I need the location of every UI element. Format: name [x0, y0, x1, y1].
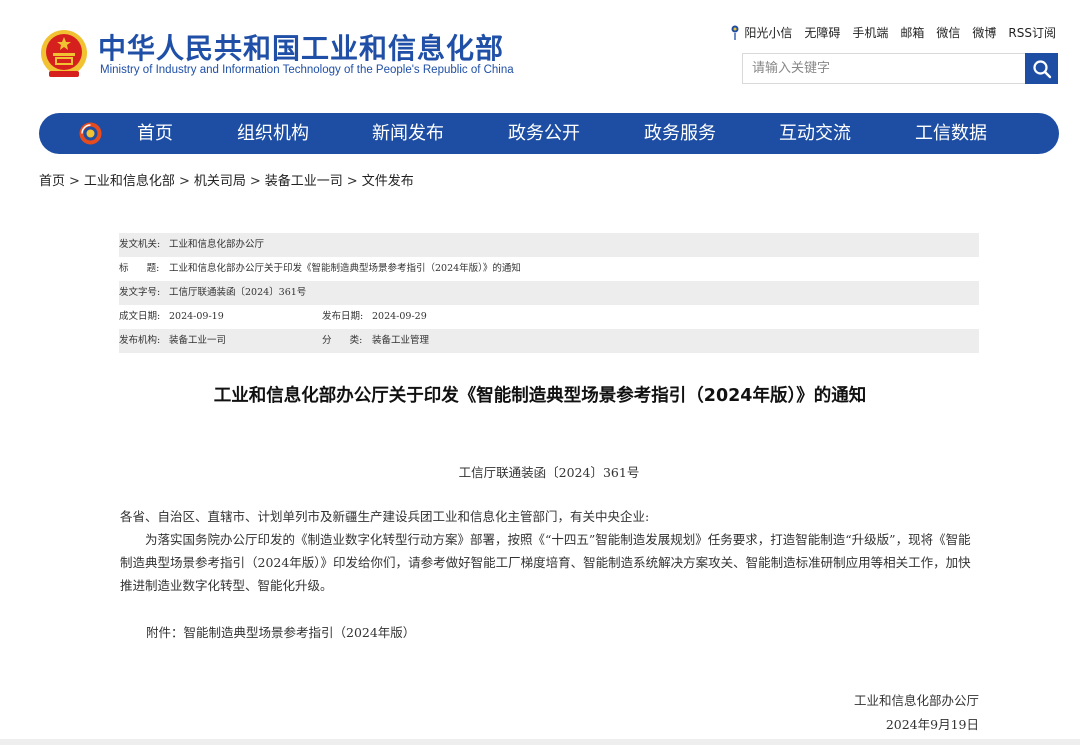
- meta-org-value: 装备工业一司: [169, 335, 227, 346]
- document-meta-table: 发文机关: 工业和信息化部办公厅 标 题: 工业和信息化部办公厅关于印发《智能制…: [119, 233, 979, 353]
- meta-row-doc-no: 发文字号: 工信厅联通装函〔2024〕361号: [119, 281, 979, 305]
- meta-doc-no-label: 发文字号:: [119, 287, 161, 298]
- site-title[interactable]: 中华人民共和国工业和信息化部: [98, 27, 504, 67]
- meta-row-org: 发布机构: 装备工业一司 分 类: 装备工业管理: [119, 329, 979, 353]
- search-input[interactable]: [743, 54, 1025, 83]
- breadcrumb-separator: >: [69, 174, 80, 189]
- page-bottom-divider: [0, 739, 1080, 745]
- meta-category-value: 装备工业管理: [372, 335, 430, 346]
- meta-written-value: 2024-09-19: [169, 311, 224, 322]
- article-title: 工业和信息化部办公厅关于印发《智能制造典型场景参考指引（2024年版）》的通知: [213, 386, 867, 406]
- meta-row-title: 标 题: 工业和信息化部办公厅关于印发《智能制造典型场景参考指引（2024年版）…: [119, 257, 979, 281]
- breadcrumb-separator: >: [249, 174, 261, 189]
- article-doc-number: 工信厅联通装函〔2024〕361号: [458, 465, 640, 480]
- meta-title-label: 标 题:: [119, 263, 160, 274]
- nav-item-interaction[interactable]: 互动交流: [779, 113, 851, 154]
- top-utility-links: 阳光小信 无障碍 手机端 邮箱 微信 微博 RSS订阅: [730, 24, 1056, 41]
- meta-title-value: 工业和信息化部办公厅关于印发《智能制造典型场景参考指引（2024年版）》的通知: [169, 263, 521, 274]
- meta-written-label: 成文日期:: [119, 311, 161, 322]
- breadcrumb-home[interactable]: 首页: [39, 174, 65, 189]
- top-link-weibo[interactable]: 微博: [972, 24, 996, 41]
- meta-issuer-value: 工业和信息化部办公厅: [169, 239, 265, 250]
- top-link-accessibility[interactable]: 无障碍: [804, 24, 840, 41]
- top-link-mobile[interactable]: 手机端: [852, 24, 888, 41]
- breadcrumb-documents[interactable]: 文件发布: [362, 174, 414, 189]
- top-link-rss[interactable]: RSS订阅: [1008, 24, 1056, 41]
- nav-item-organization[interactable]: 组织机构: [237, 113, 309, 154]
- search-box: [742, 53, 1058, 84]
- national-emblem-icon[interactable]: [39, 28, 89, 80]
- article-sign-date: 2024年9月19日: [885, 717, 979, 732]
- nav-item-data[interactable]: 工信数据: [915, 113, 987, 154]
- site-title-english: Ministry of Industry and Information Tec…: [100, 64, 514, 76]
- breadcrumb-equipment-dept[interactable]: 装备工业一司: [265, 174, 343, 189]
- article-salutation: 各省、自治区、直辖市、计划单列市及新疆生产建设兵团工业和信息化主管部门，有关中央…: [120, 509, 650, 524]
- sunshine-icon: [731, 25, 739, 40]
- top-link-wechat[interactable]: 微信: [936, 24, 960, 41]
- article-paragraph: 为落实国务院办公厅印发的《制造业数字化转型行动方案》部署，按照《“十四五”智能制…: [120, 532, 971, 593]
- breadcrumb-departments[interactable]: 机关司局: [194, 174, 246, 189]
- meta-org-label: 发布机构:: [119, 335, 161, 346]
- meta-category-label: 分 类:: [322, 335, 363, 346]
- breadcrumb: 首页 > 工业和信息化部 > 机关司局 > 装备工业一司 > 文件发布: [39, 170, 414, 189]
- miit-logo-icon[interactable]: [78, 121, 103, 146]
- meta-issuer-label: 发文机关:: [119, 239, 161, 250]
- top-link-sunshine[interactable]: 阳光小信: [744, 24, 792, 41]
- main-nav: 首页 组织机构 新闻发布 政务公开 政务服务 互动交流 工信数据: [39, 113, 1059, 154]
- top-link-mail[interactable]: 邮箱: [900, 24, 924, 41]
- nav-item-news[interactable]: 新闻发布: [372, 113, 444, 154]
- article-attachment-link[interactable]: 附件：智能制造典型场景参考指引（2024年版）: [146, 622, 415, 641]
- meta-doc-no-value: 工信厅联通装函〔2024〕361号: [169, 287, 307, 298]
- meta-published-label: 发布日期:: [322, 311, 364, 322]
- nav-item-public-affairs[interactable]: 政务公开: [508, 113, 580, 154]
- breadcrumb-separator: >: [178, 174, 190, 189]
- article-signer: 工业和信息化部办公厅: [853, 693, 979, 708]
- site-header: 中华人民共和国工业和信息化部 Ministry of Industry and …: [0, 0, 1080, 110]
- meta-row-dates: 成文日期: 2024-09-19 发布日期: 2024-09-29: [119, 305, 979, 329]
- breadcrumb-ministry[interactable]: 工业和信息化部: [84, 174, 175, 189]
- breadcrumb-separator: >: [346, 174, 358, 189]
- search-button[interactable]: [1025, 53, 1058, 84]
- meta-published-value: 2024-09-29: [372, 311, 427, 322]
- meta-row-issuer: 发文机关: 工业和信息化部办公厅: [119, 233, 979, 257]
- nav-item-services[interactable]: 政务服务: [644, 113, 716, 154]
- search-icon: [1032, 59, 1051, 78]
- nav-item-home[interactable]: 首页: [137, 113, 173, 154]
